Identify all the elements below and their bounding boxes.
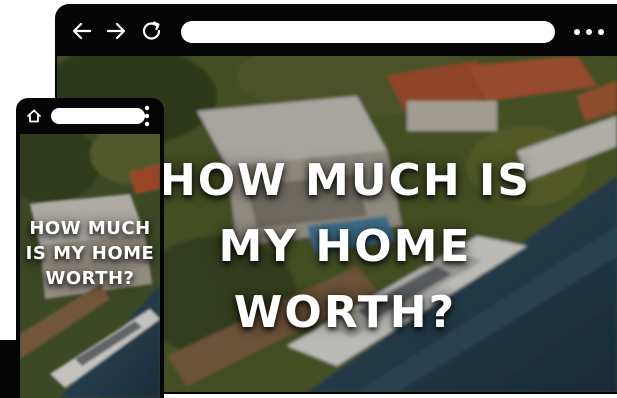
- back-arrow-icon[interactable]: [69, 18, 95, 44]
- mobile-browser-window: HOW MUCH IS MY HOME WORTH?: [16, 98, 164, 398]
- page-base-strip: [0, 340, 16, 398]
- mobile-hero-headline: HOW MUCH IS MY HOME WORTH?: [25, 218, 155, 289]
- more-vertical-icon[interactable]: [142, 103, 152, 129]
- forward-arrow-icon[interactable]: [103, 18, 129, 44]
- mobile-address-bar[interactable]: [51, 108, 145, 124]
- hero-headline: HOW MUCH IS MY HOME WORTH?: [158, 155, 532, 338]
- home-icon[interactable]: [25, 107, 43, 125]
- more-horizontal-icon[interactable]: [571, 23, 607, 41]
- desktop-toolbar: [55, 4, 617, 56]
- mobile-hero-viewport: HOW MUCH IS MY HOME WORTH?: [20, 134, 160, 398]
- reload-icon[interactable]: [139, 18, 165, 44]
- address-bar[interactable]: [181, 21, 555, 43]
